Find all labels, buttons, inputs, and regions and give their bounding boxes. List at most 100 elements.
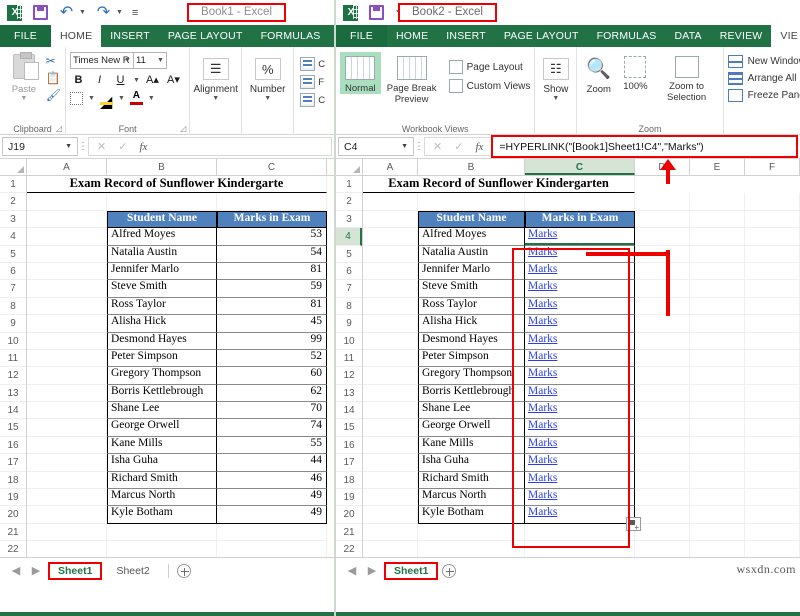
grid-cell[interactable] [690,333,745,350]
grid-cell[interactable] [690,211,745,228]
column-header-b-right[interactable]: B [418,159,525,175]
row-header[interactable]: 15 [0,419,26,436]
marks-cell[interactable]: 46 [217,472,327,489]
grid-cell[interactable] [745,263,800,280]
tab-page-layout-right[interactable]: PAGE LAYOUT [495,25,588,47]
grid-cell[interactable] [27,437,107,454]
grid-cell[interactable] [690,437,745,454]
tab-home-right[interactable]: HOME [387,25,437,47]
grid-cell[interactable] [690,419,745,436]
student-name-cell[interactable]: Gregory Thompson [107,367,217,384]
row-header[interactable]: 7 [0,280,26,297]
grid-cell[interactable] [363,280,418,297]
new-sheet-icon-left[interactable] [177,564,191,578]
tab-formulas-right[interactable]: FORMULAS [588,25,666,47]
marks-cell[interactable]: 60 [217,367,327,384]
grid-cell[interactable] [745,211,800,228]
grid-cell[interactable] [745,402,800,419]
student-name-cell[interactable]: Kyle Botham [418,506,525,523]
sheet-tab-sheet1-left[interactable]: Sheet1 [48,562,102,580]
student-name-cell[interactable]: Jennifer Marlo [418,263,525,280]
grid-cell[interactable] [745,437,800,454]
grid-cell[interactable] [690,193,745,210]
formula-input-right[interactable]: =HYPERLINK("[Book1]Sheet1!C4","Marks") [491,135,798,158]
row-header[interactable]: 5 [0,246,26,263]
student-name-cell[interactable]: Natalia Austin [107,246,217,263]
grid-cell[interactable] [27,541,107,557]
cancel-formula-icon-right[interactable]: ✕ [433,140,442,153]
student-name-cell[interactable]: Shane Lee [418,402,525,419]
zoom-100-button[interactable]: 100% [618,52,652,92]
page-layout-button[interactable]: Page Layout [449,60,531,74]
grid-cell[interactable] [363,437,418,454]
student-name-cell[interactable]: Gregory Thompson [418,367,525,384]
student-name-cell[interactable]: Ross Taylor [418,298,525,315]
row-header[interactable]: 6 [0,263,26,280]
grid-cell[interactable] [27,333,107,350]
font-name-dropdown-icon[interactable]: ▼ [124,57,131,64]
grid-cell[interactable] [745,541,800,557]
underline-button[interactable]: U [112,72,129,88]
row-header[interactable]: 11 [0,350,26,367]
row-header[interactable]: 17 [336,454,362,471]
grid-cell[interactable] [745,472,800,489]
grid-cell[interactable] [745,193,800,210]
student-name-cell[interactable]: George Orwell [107,419,217,436]
marks-cell[interactable]: 59 [217,280,327,297]
grid-cell[interactable] [107,193,217,210]
row-header[interactable]: 13 [0,385,26,402]
row-header[interactable]: 21 [336,524,362,541]
student-name-cell[interactable]: Marcus North [418,489,525,506]
grid-cell[interactable] [363,524,418,541]
grid-cell[interactable] [690,402,745,419]
grid-cell[interactable] [690,541,745,557]
grid-cell[interactable] [363,385,418,402]
borders-dropdown-icon[interactable]: ▼ [88,95,95,102]
table-column-header[interactable]: Marks in Exam [217,211,327,228]
grid-cell[interactable] [27,402,107,419]
grid-cell[interactable] [690,454,745,471]
row-header[interactable]: 20 [336,506,362,523]
row-header[interactable]: 14 [336,402,362,419]
zoom-button[interactable]: 🔍 Zoom [581,52,616,95]
row-header[interactable]: 18 [0,472,26,489]
column-header-e-right[interactable]: E [690,159,745,175]
grid-cell[interactable] [635,298,690,315]
grid-cell[interactable] [745,506,800,523]
student-name-cell[interactable]: George Orwell [418,419,525,436]
row-header[interactable]: 12 [0,367,26,384]
cancel-formula-icon[interactable]: ✕ [97,140,106,153]
row-header[interactable]: 19 [0,489,26,506]
student-name-cell[interactable]: Peter Simpson [107,350,217,367]
grid-cell[interactable] [363,315,418,332]
tab-page-layout-left[interactable]: PAGE LAYOUT [159,25,252,47]
grid-cell[interactable] [363,246,418,263]
marks-cell[interactable]: 81 [217,263,327,280]
insert-function-icon[interactable]: fx [139,141,147,153]
tab-review-right[interactable]: REVIEW [711,25,772,47]
select-all-corner-left[interactable] [0,159,27,175]
row-header[interactable]: 1 [336,176,362,193]
alignment-dropdown-icon[interactable]: ▼ [212,95,219,102]
marks-cell[interactable]: 70 [217,402,327,419]
row-header[interactable]: 22 [336,541,362,557]
student-name-cell[interactable]: Richard Smith [418,472,525,489]
grid-cell[interactable] [107,524,217,541]
table-column-header[interactable]: Student Name [107,211,217,228]
fill-color-dropdown-icon[interactable]: ▼ [118,95,125,102]
grow-font-icon[interactable]: A▴ [144,72,161,88]
normal-view-button[interactable]: Normal [340,52,381,94]
number-dropdown-icon[interactable]: ▼ [264,95,271,102]
student-name-cell[interactable]: Steve Smith [418,280,525,297]
student-name-cell[interactable]: Steve Smith [107,280,217,297]
student-name-cell[interactable]: Marcus North [107,489,217,506]
grid-cell[interactable] [635,506,690,523]
grid-cell[interactable] [690,367,745,384]
grid-cell[interactable] [635,489,690,506]
grid-cell[interactable] [690,385,745,402]
select-all-corner-right[interactable] [336,159,363,175]
conditional-formatting-button[interactable]: C [300,57,325,71]
marks-cell[interactable]: 52 [217,350,327,367]
grid-cell[interactable] [745,385,800,402]
cell-styles-button[interactable]: C [300,93,325,107]
